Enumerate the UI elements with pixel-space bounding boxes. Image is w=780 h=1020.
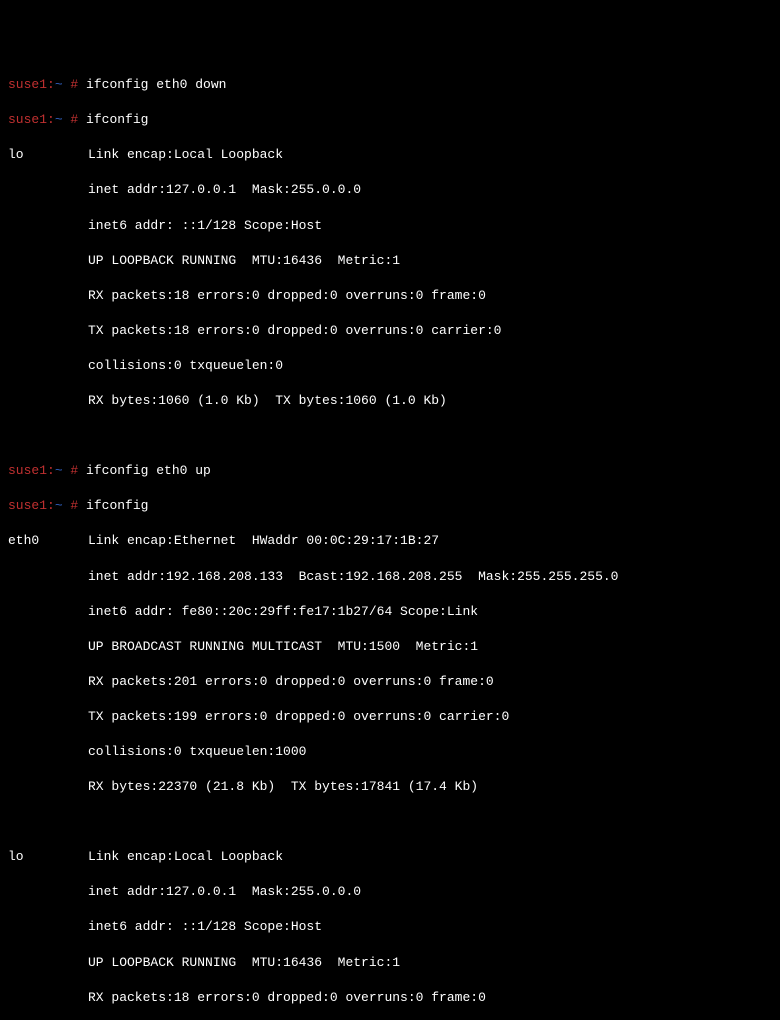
hostname: suse1: xyxy=(8,112,55,127)
output-line: inet addr:127.0.0.1 Mask:255.0.0.0 xyxy=(8,883,772,901)
output-line: inet6 addr: fe80::20c:29ff:fe17:1b27/64 … xyxy=(8,603,772,621)
output-line: inet6 addr: ::1/128 Scope:Host xyxy=(8,217,772,235)
output-line: UP LOOPBACK RUNNING MTU:16436 Metric:1 xyxy=(8,252,772,270)
prompt-line[interactable]: suse1:~ # ifconfig eth0 down xyxy=(8,76,772,94)
tilde: ~ xyxy=(55,112,63,127)
output-line: RX packets:18 errors:0 dropped:0 overrun… xyxy=(8,989,772,1007)
output-line: inet6 addr: ::1/128 Scope:Host xyxy=(8,918,772,936)
output-line: inet addr:127.0.0.1 Mask:255.0.0.0 xyxy=(8,181,772,199)
command-text: ifconfig eth0 up xyxy=(78,463,211,478)
output-line: RX packets:18 errors:0 dropped:0 overrun… xyxy=(8,287,772,305)
prompt-line[interactable]: suse1:~ # ifconfig xyxy=(8,111,772,129)
output-line: RX bytes:1060 (1.0 Kb) TX bytes:1060 (1.… xyxy=(8,392,772,410)
prompt-line[interactable]: suse1:~ # ifconfig eth0 up xyxy=(8,462,772,480)
tilde: ~ xyxy=(55,463,63,478)
prompt-line[interactable]: suse1:~ # ifconfig xyxy=(8,497,772,515)
iface-name: lo xyxy=(8,848,88,866)
iface-name: eth0 xyxy=(8,532,88,550)
hash: # xyxy=(63,77,79,92)
output-line: RX bytes:22370 (21.8 Kb) TX bytes:17841 … xyxy=(8,778,772,796)
tilde: ~ xyxy=(55,498,63,513)
hash: # xyxy=(63,463,79,478)
hostname: suse1: xyxy=(8,498,55,513)
output-line: UP BROADCAST RUNNING MULTICAST MTU:1500 … xyxy=(8,638,772,656)
output-line: RX packets:201 errors:0 dropped:0 overru… xyxy=(8,673,772,691)
blank-line xyxy=(8,427,772,445)
blank-line xyxy=(8,813,772,831)
output-line: loLink encap:Local Loopback xyxy=(8,848,772,866)
hash: # xyxy=(63,112,79,127)
iface-name: lo xyxy=(8,146,88,164)
output-text: Link encap:Local Loopback xyxy=(88,849,283,864)
output-line: loLink encap:Local Loopback xyxy=(8,146,772,164)
output-line: collisions:0 txqueuelen:0 xyxy=(8,357,772,375)
output-line: collisions:0 txqueuelen:1000 xyxy=(8,743,772,761)
output-line: TX packets:199 errors:0 dropped:0 overru… xyxy=(8,708,772,726)
output-line: TX packets:18 errors:0 dropped:0 overrun… xyxy=(8,322,772,340)
hash: # xyxy=(63,498,79,513)
command-text: ifconfig eth0 down xyxy=(78,77,226,92)
tilde: ~ xyxy=(55,77,63,92)
command-text: ifconfig xyxy=(78,112,148,127)
output-line: inet addr:192.168.208.133 Bcast:192.168.… xyxy=(8,568,772,586)
output-line: UP LOOPBACK RUNNING MTU:16436 Metric:1 xyxy=(8,954,772,972)
output-text: Link encap:Ethernet HWaddr 00:0C:29:17:1… xyxy=(88,533,439,548)
output-text: Link encap:Local Loopback xyxy=(88,147,283,162)
command-text: ifconfig xyxy=(78,498,148,513)
hostname: suse1: xyxy=(8,463,55,478)
output-line: eth0Link encap:Ethernet HWaddr 00:0C:29:… xyxy=(8,532,772,550)
hostname: suse1: xyxy=(8,77,55,92)
